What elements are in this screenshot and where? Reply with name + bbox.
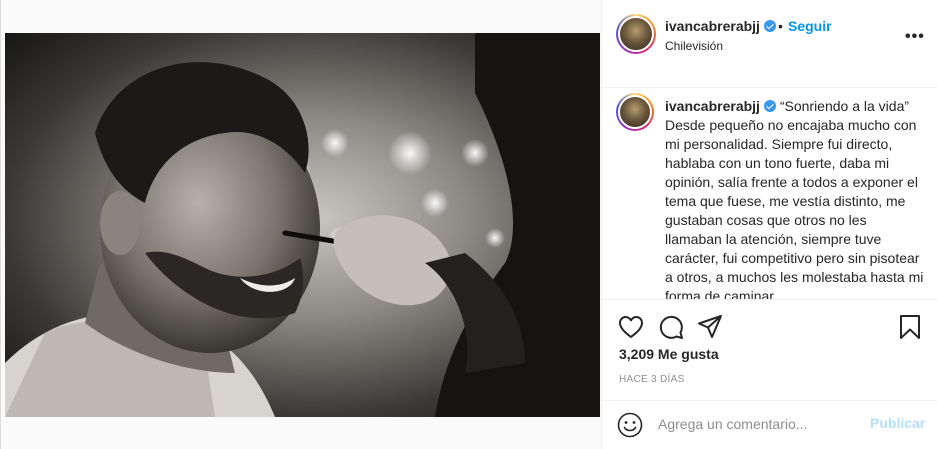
caption-quote: “Sonriendo a la vida” — [779, 98, 910, 114]
post-header: ivancabrerabjj • Seguir Chilevisión ••• — [602, 0, 937, 88]
author-username-text[interactable]: ivancabrerabjj — [665, 18, 760, 34]
post-timestamp[interactable]: HACE 3 DÍAS — [619, 374, 685, 385]
bookmark-icon[interactable] — [896, 313, 924, 341]
post-photo[interactable] — [5, 33, 600, 417]
verified-badge-icon — [763, 20, 776, 32]
instagram-post: ivancabrerabjj • Seguir Chilevisión ••• … — [0, 0, 937, 449]
comment-input[interactable] — [658, 413, 858, 435]
caption-body: Desde pequeño no encajaba mucho con mi p… — [665, 117, 924, 299]
post-media — [1, 0, 602, 449]
author-avatar[interactable] — [616, 14, 656, 54]
publish-button[interactable]: Publicar — [870, 415, 925, 431]
more-options-icon[interactable]: ••• — [905, 28, 925, 46]
comment-icon[interactable] — [657, 313, 685, 341]
header-separator: • — [778, 18, 783, 34]
comment-box: Publicar — [602, 400, 937, 449]
post-location[interactable]: Chilevisión — [665, 39, 723, 53]
heart-icon[interactable] — [617, 313, 645, 341]
likes-count[interactable]: 3,209 Me gusta — [619, 346, 719, 362]
caption-author-avatar[interactable] — [616, 93, 654, 131]
paper-plane-icon[interactable] — [696, 313, 724, 341]
caption-username-text[interactable]: ivancabrerabjj — [665, 98, 760, 114]
post-caption: ivancabrerabjj “Sonriendo a la vida” Des… — [602, 89, 937, 299]
follow-button[interactable]: Seguir — [788, 18, 832, 34]
post-side-panel: ivancabrerabjj • Seguir Chilevisión ••• … — [602, 0, 937, 449]
caption-username[interactable]: ivancabrerabjj — [665, 98, 776, 114]
smiley-icon[interactable] — [617, 412, 643, 438]
post-actions: 3,209 Me gusta HACE 3 DÍAS — [602, 299, 937, 400]
verified-badge-icon — [763, 100, 776, 112]
photo-illustration — [5, 33, 600, 417]
author-username[interactable]: ivancabrerabjj — [665, 18, 776, 34]
caption-text: ivancabrerabjj “Sonriendo a la vida” Des… — [665, 97, 927, 299]
